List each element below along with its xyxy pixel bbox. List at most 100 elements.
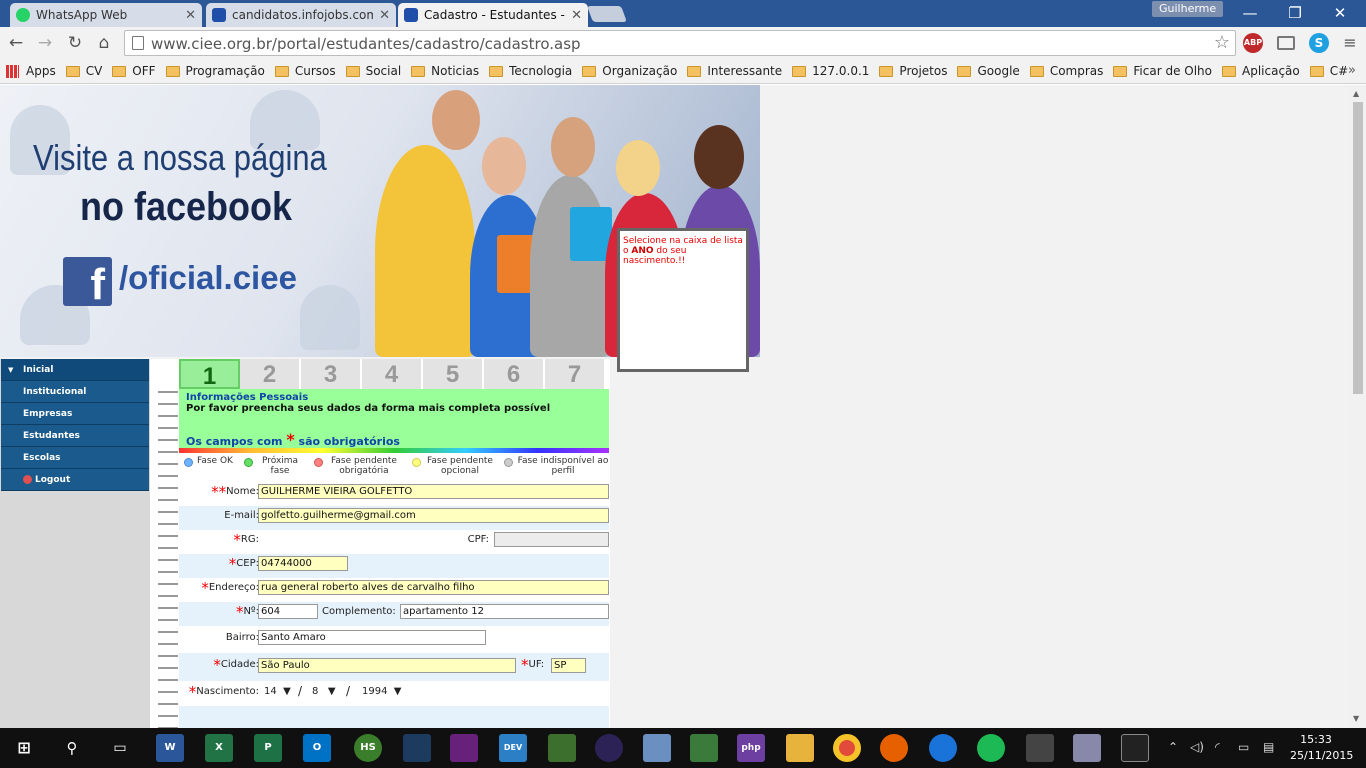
bairro-input[interactable]: Santo Amaro [258, 630, 486, 645]
step-tab-5[interactable]: 5 [423, 359, 484, 389]
search-icon[interactable]: ⚲ [58, 734, 86, 762]
back-icon[interactable]: ← [4, 31, 28, 55]
word-icon[interactable]: W [156, 734, 184, 762]
sql-server-icon[interactable] [403, 734, 431, 762]
cast-icon[interactable] [1277, 36, 1295, 50]
step-tab-1[interactable]: 1 [179, 359, 240, 390]
close-window-icon[interactable]: ✕ [1320, 3, 1360, 23]
outlook-icon[interactable]: O [303, 734, 331, 762]
close-tab-icon[interactable]: ✕ [571, 8, 582, 23]
chrome-icon[interactable] [833, 734, 861, 762]
menu-item-estudantes[interactable]: Estudantes [1, 425, 149, 447]
close-tab-icon[interactable]: ✕ [185, 8, 196, 23]
address-bar[interactable]: www.ciee.org.br/portal/estudantes/cadast… [124, 30, 1236, 56]
forward-icon[interactable]: → [33, 31, 57, 55]
bookmark-folder[interactable]: OFF [112, 64, 156, 78]
menu-item-logout[interactable]: Logout [1, 469, 149, 491]
numero-input[interactable]: 604 [258, 604, 318, 619]
uf-input[interactable]: SP [551, 658, 586, 673]
profile-badge[interactable]: Guilherme [1152, 1, 1224, 17]
spotify-icon[interactable] [977, 734, 1005, 762]
bookmark-folder[interactable]: Social [345, 64, 401, 78]
url-text[interactable]: www.ciee.org.br/portal/estudantes/cadast… [151, 35, 581, 53]
volume-icon[interactable]: ◁) [1190, 740, 1204, 754]
excel-icon[interactable]: X [205, 734, 233, 762]
step-tab-4[interactable]: 4 [362, 359, 423, 389]
notepad-icon[interactable] [690, 734, 718, 762]
bookmark-folder[interactable]: Ficar de Olho [1113, 64, 1212, 78]
bookmark-apps[interactable]: Apps [6, 64, 56, 78]
reload-icon[interactable]: ↻ [63, 31, 87, 55]
vertical-scrollbar[interactable]: ▲ ▼ [1350, 85, 1366, 728]
tab-infojobs[interactable]: candidatos.infojobs.com.b ✕ [206, 3, 396, 27]
bookmark-folder[interactable]: Interessante [687, 64, 782, 78]
bookmark-folder[interactable]: Programação [165, 64, 265, 78]
tab-whatsapp[interactable]: WhatsApp Web ✕ [10, 3, 202, 27]
bookmark-folder[interactable]: Tecnologia [489, 64, 572, 78]
scroll-thumb[interactable] [1353, 102, 1363, 394]
bookmark-folder[interactable]: Compras [1029, 64, 1103, 78]
battery-icon[interactable]: ▭ [1238, 740, 1249, 754]
mes-select[interactable]: 8 ▼ [312, 686, 336, 697]
task-view-icon[interactable]: ▭ [106, 734, 134, 762]
menu-item-inicial[interactable]: ▼ Inicial [1, 359, 149, 381]
bookmark-folder[interactable]: CV [65, 64, 102, 78]
virtualbox-icon[interactable] [643, 734, 671, 762]
heidisql-icon[interactable]: HS [354, 734, 382, 762]
close-tab-icon[interactable]: ✕ [379, 8, 390, 23]
edge-icon[interactable] [929, 734, 957, 762]
notifications-icon[interactable]: ▤ [1263, 740, 1274, 754]
step-tab-7[interactable]: 7 [545, 359, 606, 389]
firefox-icon[interactable] [880, 734, 908, 762]
menu-item-institucional[interactable]: Institucional [1, 381, 149, 403]
bookmark-star-icon[interactable]: ☆ [1214, 32, 1230, 53]
bookmark-folder[interactable]: Google [957, 64, 1020, 78]
bookmark-folder[interactable]: C# [1309, 64, 1348, 78]
bookmark-folder[interactable]: Cursos [274, 64, 336, 78]
nome-input[interactable]: GUILHERME VIEIRA GOLFETTO [258, 484, 609, 499]
step-tab-2[interactable]: 2 [240, 359, 301, 389]
network-icon[interactable]: ◜ [1215, 740, 1220, 754]
ano-select[interactable]: 1994 ▼ [362, 686, 402, 697]
bookmark-folder[interactable]: Organização [582, 64, 677, 78]
tab-cadastro[interactable]: Cadastro - Estudantes - C ✕ [398, 3, 588, 27]
eclipse-icon[interactable] [595, 734, 623, 762]
bookmark-folder[interactable]: 127.0.0.1 [792, 64, 869, 78]
step-tab-3[interactable]: 3 [301, 359, 362, 389]
bookmark-folder[interactable]: Aplicação [1222, 64, 1300, 78]
complemento-input[interactable]: apartamento 12 [400, 604, 609, 619]
adblock-icon[interactable]: ABP [1243, 33, 1263, 53]
home-icon[interactable]: ⌂ [92, 31, 116, 55]
more-bookmarks-icon[interactable]: » [1348, 63, 1356, 78]
phpstorm-icon[interactable]: php [737, 734, 765, 762]
scroll-down-icon[interactable]: ▼ [1353, 714, 1359, 723]
tray-expand-icon[interactable]: ⌃ [1168, 740, 1178, 754]
menu-item-escolas[interactable]: Escolas [1, 447, 149, 469]
android-icon[interactable] [548, 734, 576, 762]
skype-icon[interactable]: S [1309, 33, 1329, 53]
cep-input[interactable]: 04744000 [258, 556, 348, 571]
system-clock[interactable]: 15:33 25/11/2015 [1290, 732, 1353, 764]
cidade-input[interactable]: São Paulo [258, 658, 516, 673]
scroll-up-icon[interactable]: ▲ [1353, 89, 1359, 98]
new-tab-button[interactable] [587, 6, 627, 22]
cpf-input[interactable] [494, 532, 609, 547]
rg-input[interactable] [258, 532, 438, 547]
visual-studio-icon[interactable] [450, 734, 478, 762]
bookmark-folder[interactable]: Projetos [879, 64, 947, 78]
bookmark-folder[interactable]: Noticias [411, 64, 479, 78]
terminal-icon[interactable] [1121, 734, 1149, 762]
menu-icon[interactable]: ≡ [1338, 31, 1362, 55]
devcpp-icon[interactable]: DEV [499, 734, 527, 762]
step-tab-6[interactable]: 6 [484, 359, 545, 389]
windows-start-icon[interactable]: ⊞ [10, 734, 38, 762]
minimize-icon[interactable]: — [1230, 3, 1270, 23]
menu-item-empresas[interactable]: Empresas [1, 403, 149, 425]
file-explorer-icon[interactable] [786, 734, 814, 762]
restore-icon[interactable]: ❐ [1275, 3, 1315, 23]
project-icon[interactable]: P [254, 734, 282, 762]
email-input[interactable]: golfetto.guilherme@gmail.com [258, 508, 609, 523]
endereco-input[interactable]: rua general roberto alves de carvalho fi… [258, 580, 609, 595]
calculator-icon[interactable] [1026, 734, 1054, 762]
resource-monitor-icon[interactable] [1073, 734, 1101, 762]
